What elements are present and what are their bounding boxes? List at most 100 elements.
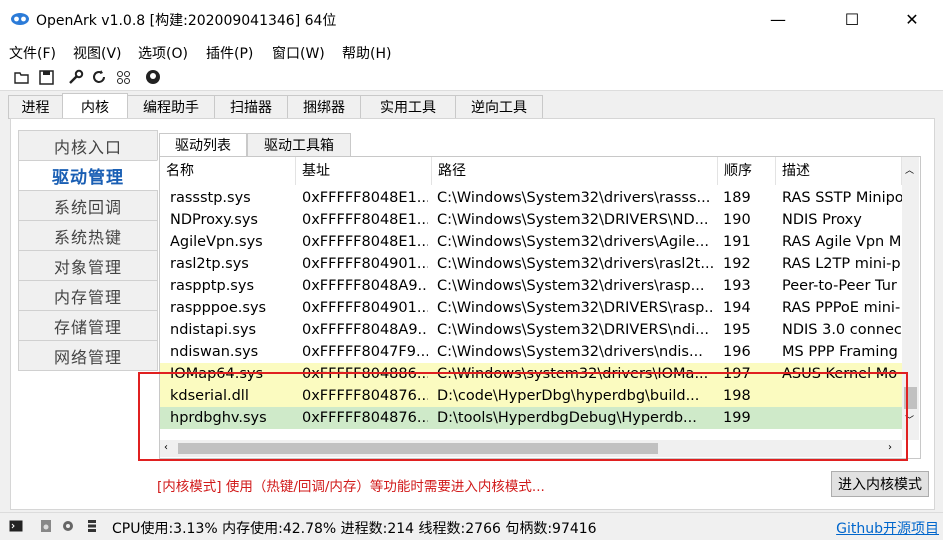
scroll-up-icon[interactable]: ︿: [905, 163, 914, 176]
cell-order: 189: [723, 190, 751, 206]
cell-description: NDIS 3.0 connec: [782, 322, 902, 338]
toolbar: [0, 64, 943, 91]
cell-order: 198: [723, 388, 751, 404]
cell-name: IOMap64.sys: [170, 366, 264, 382]
tab-reverse[interactable]: 逆向工具: [455, 95, 543, 119]
nav-storage-manager[interactable]: 存储管理: [18, 310, 158, 341]
table-row[interactable]: IOMap64.sys 0xFFFFF804886... C:\Windows\sy…: [160, 363, 902, 385]
enter-kernel-mode-button[interactable]: 进入内核模式: [831, 471, 929, 497]
cell-path: C:\Windows\System32\DRIVERS\ND...: [437, 212, 709, 228]
table-row[interactable]: ndiswan.sys 0xFFFFF8047F9... C:\Windows\Sy…: [160, 341, 902, 363]
menu-window[interactable]: 窗口(W): [272, 43, 325, 63]
nav-kernel-entry[interactable]: 内核入口: [18, 130, 158, 161]
grid-icon[interactable]: [114, 68, 132, 86]
cell-path: C:\Windows\System32\drivers\rasss...: [437, 190, 711, 206]
cell-description: RAS L2TP mini-p: [782, 256, 901, 272]
tab-kernel[interactable]: 内核: [62, 93, 128, 120]
tab-scanner[interactable]: 扫描器: [214, 95, 288, 119]
github-link[interactable]: Github开源项目: [836, 518, 939, 538]
tab-coding-helper[interactable]: 编程助手: [127, 95, 215, 119]
save-icon[interactable]: [37, 68, 55, 86]
menu-file[interactable]: 文件(F): [9, 43, 56, 63]
cell-base: 0xFFFFF8048E1...: [302, 212, 428, 228]
table-row[interactable]: raspptp.sys 0xFFFFF8048A9... C:\Windows\Sy…: [160, 275, 902, 297]
cell-order: 191: [723, 234, 751, 250]
table-row[interactable]: rassstp.sys 0xFFFFF8048E1... C:\Windows\Sy…: [160, 187, 902, 209]
cell-path: C:\Windows\System32\drivers\ndis...: [437, 344, 703, 360]
nav-memory-manager[interactable]: 内存管理: [18, 280, 158, 311]
cell-description: ASUS Kernel Mo: [782, 366, 898, 382]
tab-bundler[interactable]: 捆绑器: [287, 95, 361, 119]
menu-plugins[interactable]: 插件(P): [206, 43, 253, 63]
nav-system-hotkeys[interactable]: 系统热键: [18, 220, 158, 251]
horizontal-scrollbar[interactable]: ‹ ›: [160, 440, 902, 457]
table-row[interactable]: NDProxy.sys 0xFFFFF8048E1... C:\Windows\Sy…: [160, 209, 902, 231]
cell-order: 199: [723, 410, 751, 426]
cell-base: 0xFFFFF8048E1...: [302, 190, 428, 206]
kernel-mode-message: [内核模式] 使用（热键/回调/内存）等功能时需要进入内核模式...: [157, 479, 545, 495]
disk-icon[interactable]: [38, 518, 54, 534]
column-header-description[interactable]: 描述: [776, 157, 902, 185]
scroll-left-icon[interactable]: ‹: [164, 442, 168, 453]
nav-network-manager[interactable]: 网络管理: [18, 340, 158, 371]
horizontal-scroll-thumb[interactable]: [178, 443, 658, 454]
nav-driver-manager[interactable]: 驱动管理: [18, 160, 158, 191]
cell-path: C:\Windows\System32\drivers\rasl2t...: [437, 256, 715, 272]
nav-system-callbacks[interactable]: 系统回调: [18, 190, 158, 221]
cell-order: 196: [723, 344, 751, 360]
driver-table: 名称 基址 路径 顺序 描述 rassstp.sys 0xFFFFF8048E1.…: [159, 156, 921, 459]
cell-description: NDIS Proxy: [782, 212, 862, 228]
scroll-right-icon[interactable]: ›: [888, 442, 892, 453]
maximize-button[interactable]: ☐: [829, 0, 875, 38]
cell-base: 0xFFFFF804876...: [302, 388, 428, 404]
scroll-down-icon[interactable]: ﹀: [905, 413, 914, 426]
wrench-icon[interactable]: [67, 68, 85, 86]
table-row[interactable]: rasl2tp.sys 0xFFFFF804901... C:\Windows\Sy…: [160, 253, 902, 275]
cell-base: 0xFFFFF8047F9...: [302, 344, 428, 360]
menu-help[interactable]: 帮助(H): [342, 43, 391, 63]
open-folder-icon[interactable]: [13, 68, 31, 86]
vertical-scrollbar[interactable]: ︿ ﹀: [902, 157, 919, 440]
cell-order: 197: [723, 366, 751, 382]
vertical-scroll-thumb[interactable]: [904, 387, 917, 409]
openark-logo-icon: [11, 13, 29, 25]
refresh-icon[interactable]: [90, 68, 108, 86]
cell-base: 0xFFFFF804886...: [302, 366, 428, 382]
cell-description: [782, 407, 902, 429]
menu-view[interactable]: 视图(V): [73, 43, 122, 63]
menu-options[interactable]: 选项(O): [138, 43, 188, 63]
cell-order: 190: [723, 212, 751, 228]
table-row[interactable]: kdserial.dll 0xFFFFF804876... D:\code\Hype…: [160, 385, 902, 407]
tab-process[interactable]: 进程: [8, 95, 63, 119]
table-row[interactable]: raspppoe.sys 0xFFFFF804901... C:\Windows\S…: [160, 297, 902, 319]
table-row[interactable]: hprdbghv.sys 0xFFFFF804876... D:\tools\Hyp…: [160, 407, 902, 429]
tab-driver-list[interactable]: 驱动列表: [159, 133, 247, 157]
column-header-order[interactable]: 顺序: [718, 157, 776, 185]
minimize-button[interactable]: —: [755, 0, 801, 38]
cell-description: MS PPP Framing: [782, 344, 898, 360]
column-header-name[interactable]: 名称: [160, 157, 296, 185]
cell-name: rasl2tp.sys: [170, 256, 249, 272]
github-icon[interactable]: [144, 68, 162, 86]
cell-path: D:\code\HyperDbg\hyperdbg\build...: [437, 388, 700, 404]
database-icon[interactable]: [84, 518, 100, 534]
close-button[interactable]: ✕: [889, 0, 935, 38]
table-row[interactable]: AgileVpn.sys 0xFFFFF8048E1... C:\Windows\S…: [160, 231, 902, 253]
console-icon[interactable]: [8, 518, 24, 534]
tab-driver-toolbox[interactable]: 驱动工具箱: [247, 133, 351, 157]
cell-name: ndiswan.sys: [170, 344, 259, 360]
settings-icon[interactable]: [60, 518, 76, 534]
column-header-path[interactable]: 路径: [432, 157, 718, 185]
cell-order: 195: [723, 322, 751, 338]
column-header-base[interactable]: 基址: [296, 157, 432, 185]
cell-order: 194: [723, 300, 751, 316]
tab-utilities[interactable]: 实用工具: [360, 95, 456, 119]
cell-name: NDProxy.sys: [170, 212, 258, 228]
cell-name: rassstp.sys: [170, 190, 251, 206]
table-row[interactable]: ndistapi.sys 0xFFFFF8048A9... C:\Windows\S…: [160, 319, 902, 341]
cell-name: AgileVpn.sys: [170, 234, 263, 250]
cell-path: C:\Windows\System32\DRIVERS\ndi...: [437, 322, 709, 338]
system-stats: CPU使用:3.13% 内存使用:42.78% 进程数:214 线程数:2766…: [112, 521, 597, 537]
nav-object-manager[interactable]: 对象管理: [18, 250, 158, 281]
cell-path: C:\Windows\System32\drivers\Agile...: [437, 234, 709, 250]
